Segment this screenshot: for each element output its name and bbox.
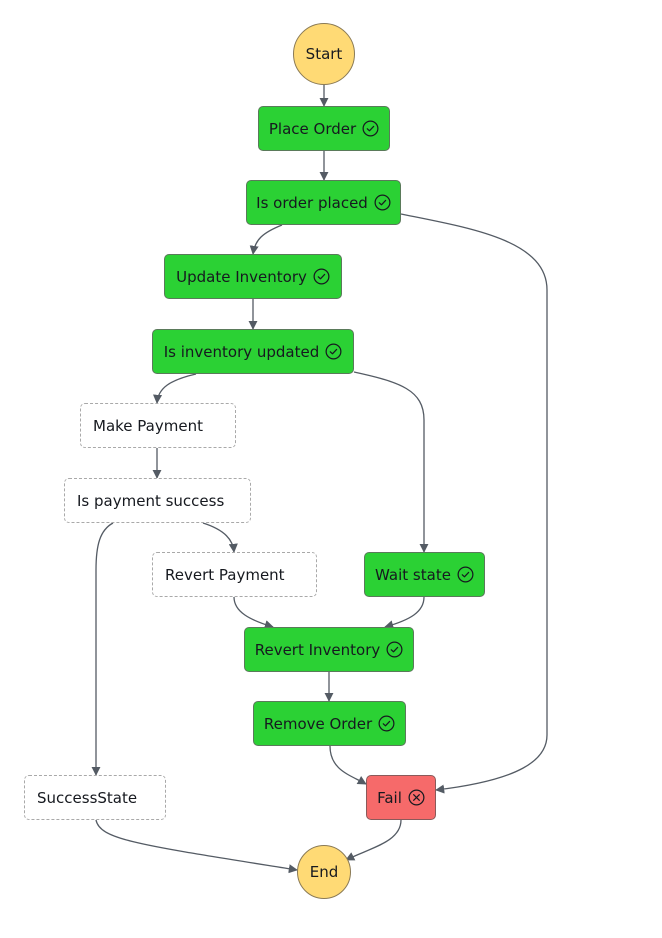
state-node-is-order-placed[interactable]: Is order placed: [246, 180, 401, 225]
edge-is-inventory-updated-to-make-payment: [153, 373, 197, 404]
state-label: Fail: [377, 788, 402, 807]
check-circle-icon: [362, 120, 379, 137]
state-node-update-inventory[interactable]: Update Inventory: [164, 254, 342, 299]
check-circle-icon: [313, 268, 330, 285]
state-node-wait-state[interactable]: Wait state: [364, 552, 485, 597]
edge-fail-to-end: [345, 819, 402, 861]
state-label: Wait state: [375, 565, 451, 584]
state-node-fail[interactable]: Fail: [366, 775, 436, 820]
state-label: Update Inventory: [176, 267, 307, 286]
edge-wait-state-to-revert-inventory: [384, 596, 425, 630]
edge-revert-payment-to-revert-inventory: [233, 596, 274, 629]
state-node-revert-payment[interactable]: Revert Payment: [152, 552, 317, 597]
edge-remove-order-to-fail: [329, 745, 367, 785]
state-node-remove-order[interactable]: Remove Order: [253, 701, 406, 746]
edge-is-inventory-updated-to-wait-state: [353, 371, 429, 553]
state-node-revert-inventory[interactable]: Revert Inventory: [244, 627, 414, 672]
state-label: Place Order: [268, 119, 357, 138]
edge-is-order-placed-to-fail: [400, 213, 548, 794]
state-node-is-inventory-updated[interactable]: Is inventory updated: [152, 329, 354, 374]
state-node-start[interactable]: Start: [293, 23, 355, 85]
check-circle-icon: [325, 343, 342, 360]
check-circle-icon: [386, 641, 403, 658]
state-node-is-payment-success[interactable]: Is payment success: [64, 478, 251, 523]
state-label: Is order placed: [256, 193, 368, 212]
state-machine-graph: Start Place Order Is order placed Update In…: [0, 0, 662, 938]
state-node-success-state[interactable]: SuccessState: [24, 775, 166, 820]
state-node-make-payment[interactable]: Make Payment: [80, 403, 236, 448]
state-label: Revert Inventory: [254, 640, 381, 659]
state-node-place-order[interactable]: Place Order: [258, 106, 390, 151]
state-label: Is payment success: [77, 491, 225, 510]
check-circle-icon: [378, 715, 395, 732]
edge-is-order-placed-to-update-inventory: [249, 224, 283, 255]
state-label: End: [309, 863, 339, 881]
edge-success-state-to-end: [95, 819, 298, 874]
state-label: Is inventory updated: [163, 342, 320, 361]
check-circle-icon: [457, 566, 474, 583]
edge-is-payment-success-to-success-state: [91, 522, 114, 776]
state-node-end[interactable]: End: [297, 845, 351, 899]
state-label: Start: [305, 45, 343, 63]
state-label: Remove Order: [263, 714, 373, 733]
state-label: SuccessState: [37, 788, 138, 807]
edge-is-payment-success-to-revert-payment: [202, 522, 238, 553]
check-circle-icon: [374, 194, 391, 211]
state-label: Make Payment: [93, 416, 203, 435]
state-label: Revert Payment: [165, 565, 285, 584]
x-circle-icon: [408, 789, 425, 806]
